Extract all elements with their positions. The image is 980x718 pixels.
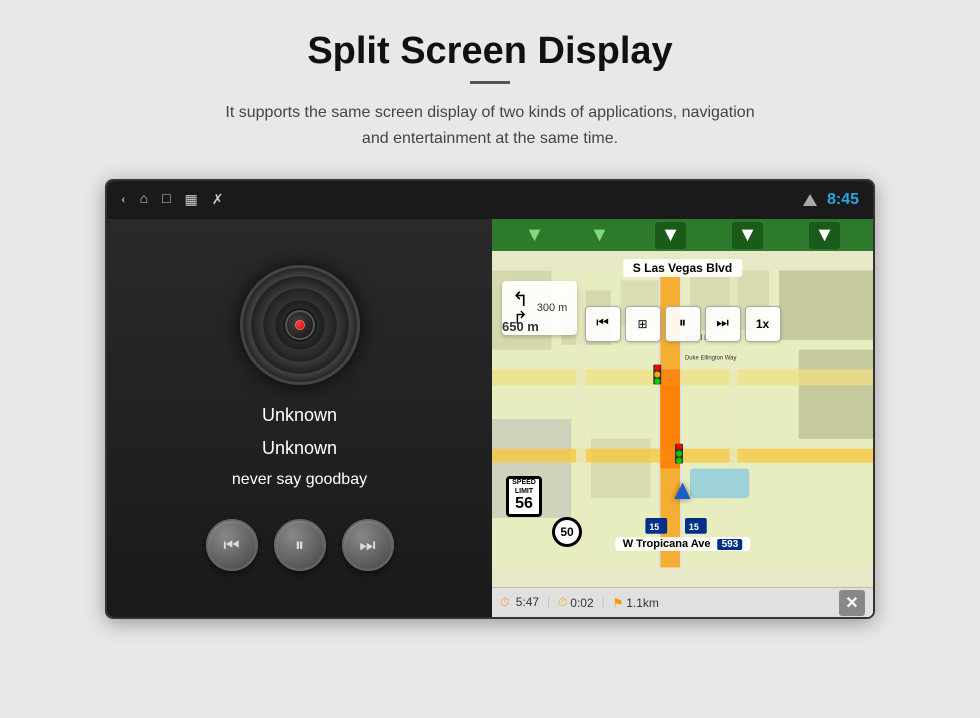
nav-next-button[interactable]: ⏭ [705,306,741,342]
nav-map: Koval Ln Duke Ellington Way 15 15 S Las … [492,251,873,587]
nav-prev-button[interactable]: ⏮ [585,306,621,342]
music-panel: Unknown Unknown never say goodbay ⏮ ⏸ ⏭ [107,219,492,617]
square-icon[interactable]: □ [162,192,170,208]
usb-icon[interactable]: ✗ [212,192,224,209]
speed-limit-number: 56 [509,496,539,512]
nav-car-arrow: ▲ [669,475,697,507]
vinyl-dot [295,320,305,330]
triangle-icon [803,194,817,206]
nav-time: ⏱ 5:47 [500,595,539,610]
nav-arrow-4: ▼ [732,222,764,249]
prev-button[interactable]: ⏮ [206,519,258,571]
status-bar: ‹ ⌂ □ ▦ ✗ 8:45 [107,181,873,219]
nav-playback-controls: ⏮ ⊞ ⏸ ⏭ 1x [585,306,781,342]
vinyl-center [285,310,315,340]
nav-speed-button[interactable]: 1x [745,306,781,342]
nav-pause-button[interactable]: ⏸ [665,306,701,342]
image-icon[interactable]: ▦ [185,192,198,209]
nav-close-button[interactable]: ✕ [839,590,865,616]
nav-speed-label: 1x [756,317,769,331]
svg-text:Duke Ellington Way: Duke Ellington Way [685,356,736,362]
nav-arrow-2: ▼ [590,224,610,247]
nav-pause-icon: ⏸ [679,316,686,332]
nav-bottom-street: W Tropicana Ave 593 [615,537,751,551]
route-593-badge: 593 [718,539,743,550]
track-artist: Unknown [262,438,337,459]
speed-limit-label: SPEED LIMIT [509,479,539,496]
nav-arrow-5: ▼ [809,222,841,249]
nav-arrow-3: ▼ [655,222,687,249]
nav-top-bar: ▼ ▼ ▼ ▼ ▼ [492,219,873,251]
device-screen: ‹ ⌂ □ ▦ ✗ 8:45 Unknown Unknown never say… [105,179,875,619]
track-title: Unknown [262,405,337,426]
speed-limit-sign: SPEED LIMIT 56 [506,476,542,517]
track-name: never say goodbay [232,471,367,489]
nav-turn-distance: 300 m [537,302,568,314]
speed-50-sign: 50 [552,517,582,547]
status-time: 8:45 [827,191,859,209]
nav-bottom-sep2: | [602,595,605,611]
nav-arrow-1: ▼ [525,224,545,247]
svg-text:15: 15 [649,522,659,532]
prev-icon: ⏮ [223,535,239,556]
nav-next-icon: ⏭ [716,316,729,332]
nav-street-label: S Las Vegas Blvd [623,259,742,277]
content-area: Unknown Unknown never say goodbay ⏮ ⏸ ⏭ … [107,219,873,617]
home-icon[interactable]: ⌂ [140,192,148,208]
play-pause-button[interactable]: ⏸ [274,519,326,571]
nav-panel: ▼ ▼ ▼ ▼ ▼ [492,219,873,617]
vinyl-disc [240,265,360,385]
page-title: Split Screen Display [307,30,672,73]
nav-chess-button[interactable]: ⊞ [625,306,661,342]
nav-bottom-bar: ⏱ 5:47 | ⏱ 0:02 | ⚑ 1.1km ✕ [492,587,873,617]
speed-50-number: 50 [560,525,573,539]
page-subtitle: It supports the same screen display of t… [210,100,770,151]
title-divider [470,81,510,84]
media-controls: ⏮ ⏸ ⏭ [206,519,394,571]
nav-chess-icon: ⊞ [637,317,647,332]
nav-dist: ⚑ 1.1km [612,596,658,610]
nav-bottom-sep: | [547,595,550,611]
nav-prev-icon: ⏮ [596,316,609,332]
next-button[interactable]: ⏭ [342,519,394,571]
svg-text:15: 15 [689,522,699,532]
pause-icon: ⏸ [295,535,304,556]
close-icon: ✕ [845,593,858,613]
nav-eta: ⏱ 0:02 [558,595,594,610]
status-bar-left: ‹ ⌂ □ ▦ ✗ [121,192,224,209]
next-icon: ⏭ [359,535,375,556]
nav-dist-label: 650 m [502,319,539,334]
status-bar-right: 8:45 [803,191,859,209]
back-icon[interactable]: ‹ [121,192,126,208]
